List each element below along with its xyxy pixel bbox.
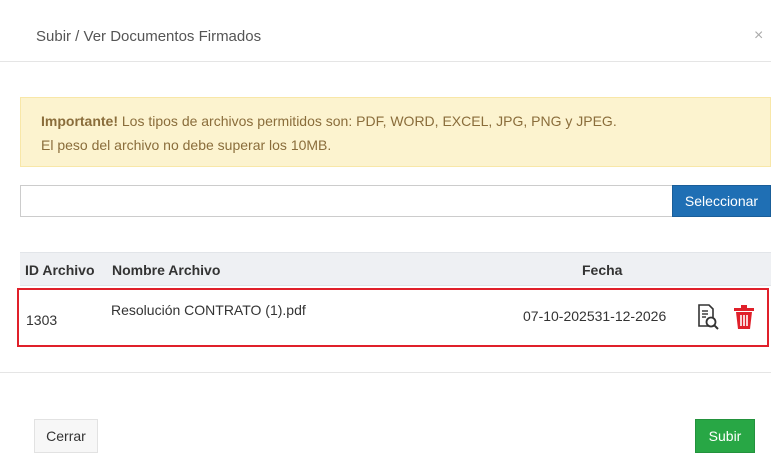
alert-line-1: Importante! Los tipos de archivos permit… xyxy=(41,113,617,129)
table-row: 1303 Resolución CONTRATO (1).pdf 07-10-2… xyxy=(17,288,769,347)
cell-name: Resolución CONTRATO (1).pdf xyxy=(111,302,306,318)
trash-icon[interactable] xyxy=(732,302,756,332)
table-header: ID Archivo Nombre Archivo Fecha xyxy=(20,252,771,286)
header-id: ID Archivo xyxy=(25,262,95,278)
document-search-icon[interactable] xyxy=(696,302,720,332)
alert-strong: Importante! xyxy=(41,113,118,129)
close-button[interactable]: Cerrar xyxy=(34,419,98,453)
header-name: Nombre Archivo xyxy=(112,262,221,278)
alert-line-1-text: Los tipos de archivos permitidos son: PD… xyxy=(118,113,617,129)
cell-id: 1303 xyxy=(26,312,58,328)
header-date: Fecha xyxy=(582,262,623,278)
close-icon[interactable]: × xyxy=(754,28,770,44)
modal-title: Subir / Ver Documentos Firmados xyxy=(36,28,262,45)
select-file-button[interactable]: Seleccionar xyxy=(672,185,771,217)
modal-footer xyxy=(0,372,771,432)
warning-alert: Importante! Los tipos de archivos permit… xyxy=(20,97,771,167)
cell-date: 07-10-202531-12-2026 xyxy=(523,308,667,324)
documents-modal: Subir / Ver Documentos Firmados × Import… xyxy=(0,0,771,453)
modal-header: Subir / Ver Documentos Firmados × xyxy=(0,0,771,62)
submit-button[interactable]: Subir xyxy=(695,419,755,453)
file-input[interactable] xyxy=(20,185,672,217)
alert-line-2: El peso del archivo no debe superar los … xyxy=(41,137,332,153)
